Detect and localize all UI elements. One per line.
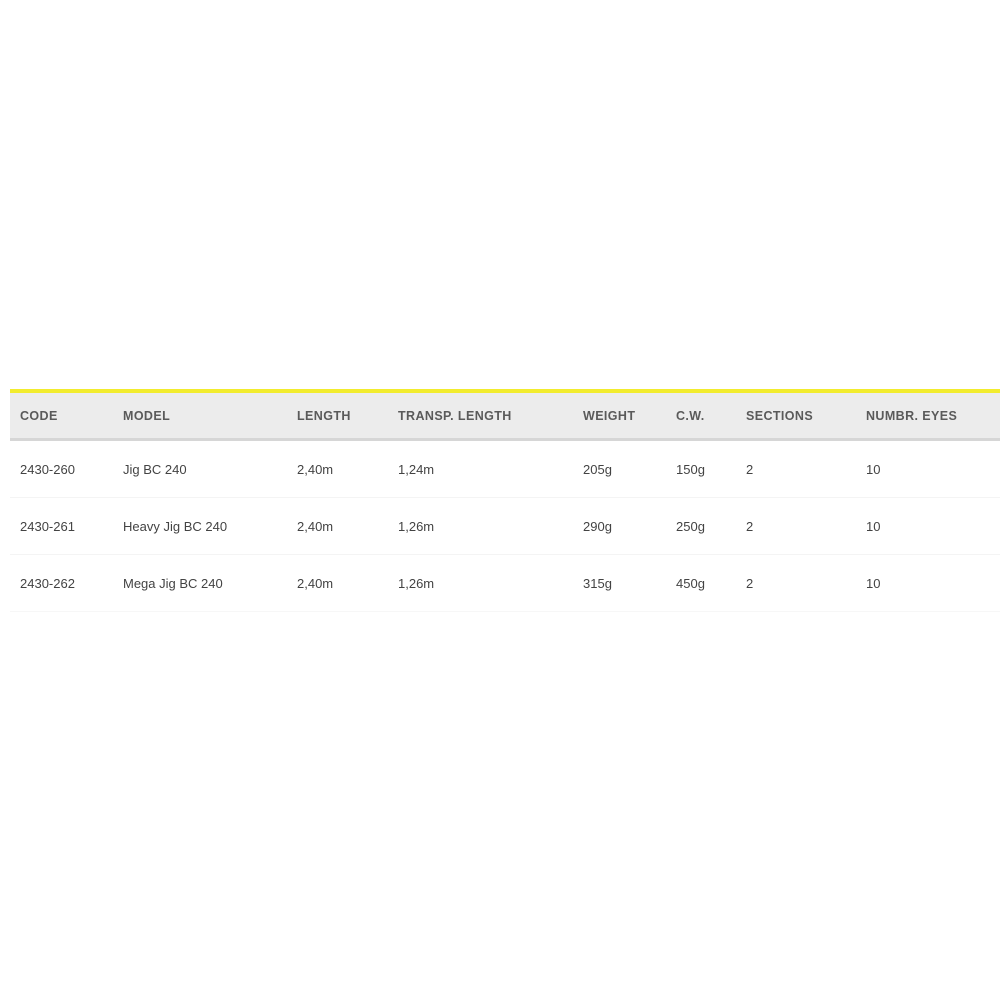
cell-cw: 250g: [676, 497, 746, 555]
column-header-model[interactable]: MODEL: [123, 393, 297, 441]
cell-code: 2430-262: [10, 554, 123, 612]
cell-weight: 290g: [583, 497, 676, 555]
cell-transp-length: 1,26m: [398, 554, 583, 612]
cell-weight: 315g: [583, 554, 676, 612]
cell-transp-length: 1,24m: [398, 439, 583, 498]
column-header-numbr-eyes[interactable]: NUMBR. EYES: [866, 393, 1000, 441]
table-row: 2430-261 Heavy Jig BC 240 2,40m 1,26m 29…: [10, 497, 1000, 555]
cell-cw: 450g: [676, 554, 746, 612]
cell-model: Mega Jig BC 240: [123, 554, 297, 612]
cell-length: 2,40m: [297, 554, 398, 612]
column-header-transp-length[interactable]: TRANSP. LENGTH: [398, 393, 583, 441]
cell-transp-length: 1,26m: [398, 497, 583, 555]
cell-sections: 2: [746, 554, 866, 612]
column-header-length[interactable]: LENGTH: [297, 393, 398, 441]
column-header-cw[interactable]: C.W.: [676, 393, 746, 441]
cell-length: 2,40m: [297, 439, 398, 498]
cell-model: Heavy Jig BC 240: [123, 497, 297, 555]
cell-weight: 205g: [583, 439, 676, 498]
column-header-code[interactable]: CODE: [10, 393, 123, 441]
table-body: 2430-260 Jig BC 240 2,40m 1,24m 205g 150…: [10, 439, 1000, 612]
cell-cw: 150g: [676, 439, 746, 498]
product-spec-table: CODE MODEL LENGTH TRANSP. LENGTH WEIGHT …: [10, 393, 1000, 612]
cell-numbr-eyes: 10: [866, 554, 1000, 612]
cell-model: Jig BC 240: [123, 439, 297, 498]
cell-code: 2430-261: [10, 497, 123, 555]
spec-table-container: CODE MODEL LENGTH TRANSP. LENGTH WEIGHT …: [10, 389, 1000, 612]
cell-numbr-eyes: 10: [866, 439, 1000, 498]
table-header-row: CODE MODEL LENGTH TRANSP. LENGTH WEIGHT …: [10, 393, 1000, 441]
table-header: CODE MODEL LENGTH TRANSP. LENGTH WEIGHT …: [10, 393, 1000, 441]
cell-code: 2430-260: [10, 439, 123, 498]
cell-length: 2,40m: [297, 497, 398, 555]
column-header-weight[interactable]: WEIGHT: [583, 393, 676, 441]
table-row: 2430-262 Mega Jig BC 240 2,40m 1,26m 315…: [10, 554, 1000, 612]
table-row: 2430-260 Jig BC 240 2,40m 1,24m 205g 150…: [10, 439, 1000, 498]
cell-sections: 2: [746, 497, 866, 555]
cell-sections: 2: [746, 439, 866, 498]
column-header-sections[interactable]: SECTIONS: [746, 393, 866, 441]
cell-numbr-eyes: 10: [866, 497, 1000, 555]
page-root: CODE MODEL LENGTH TRANSP. LENGTH WEIGHT …: [0, 0, 1000, 1000]
